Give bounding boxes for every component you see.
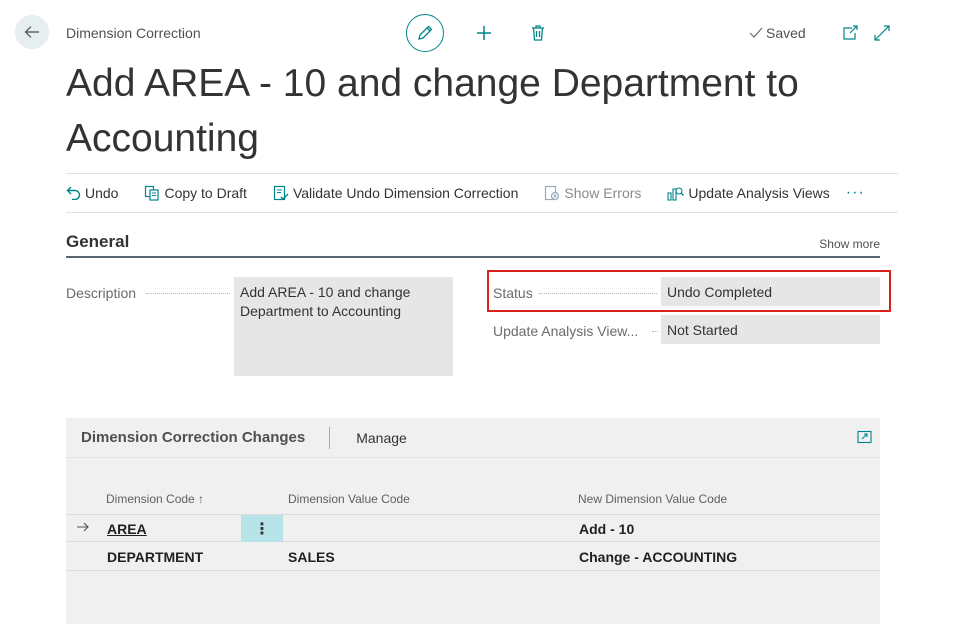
description-leader (146, 293, 230, 294)
checkmark-icon (749, 27, 763, 38)
manage-menu[interactable]: Manage (356, 430, 407, 446)
open-in-new-window-icon (843, 25, 858, 40)
validate-document-icon (273, 185, 289, 201)
undo-action[interactable]: Undo (66, 185, 118, 201)
table-row[interactable]: DEPARTMENT SALES Change - ACCOUNTING (66, 543, 880, 571)
column-new-dimension-value-code[interactable]: New Dimension Value Code (578, 492, 727, 506)
part-title[interactable]: Dimension Correction Changes (81, 429, 305, 446)
copy-document-icon (145, 185, 160, 201)
dimension-code-cell[interactable]: AREA (107, 521, 147, 537)
expand-arrows-icon (874, 25, 890, 41)
part-header: Dimension Correction Changes Manage (66, 418, 880, 458)
header-divider (329, 426, 331, 449)
trash-icon (532, 25, 544, 41)
general-section-header[interactable]: General Show more (66, 232, 880, 258)
undo-icon (66, 186, 81, 200)
open-new-window-button[interactable] (840, 23, 860, 43)
analysis-views-icon (667, 187, 685, 201)
action-bar: Undo Copy to Draft Validate Undo Dimensi… (66, 173, 898, 213)
collapse-button[interactable] (872, 23, 892, 43)
description-field[interactable]: Add AREA - 10 and change Department to A… (234, 277, 453, 376)
delete-button[interactable] (524, 19, 552, 47)
status-highlight (487, 270, 891, 312)
dimension-value-code-cell[interactable]: SALES (288, 549, 335, 565)
column-dimension-code[interactable]: Dimension Code ↑ (106, 492, 204, 506)
saved-label: Saved (766, 25, 806, 41)
show-errors-action[interactable]: Show Errors (544, 185, 641, 201)
plus-icon (477, 26, 491, 40)
page-title: Add AREA - 10 and change Department to A… (66, 62, 799, 160)
more-options-button[interactable]: ··· (846, 184, 865, 202)
copy-to-draft-action[interactable]: Copy to Draft (144, 185, 247, 201)
arrow-left-icon (24, 26, 39, 38)
pencil-icon (418, 25, 433, 40)
dimension-code-cell[interactable]: DEPARTMENT (107, 549, 203, 565)
show-more-link[interactable]: Show more (819, 237, 880, 251)
column-dimension-value-code[interactable]: Dimension Value Code (288, 492, 410, 506)
edit-button[interactable] (406, 14, 444, 52)
update-analysis-views-action[interactable]: Update Analysis Views (667, 185, 830, 201)
update-analysis-views-label: Update Analysis View... (493, 323, 639, 339)
table-row[interactable]: AREA ⋮ Add - 10 (66, 514, 880, 542)
saved-status: Saved (749, 25, 806, 41)
description-label: Description (66, 285, 137, 301)
row-actions-button[interactable]: ⋮ (241, 515, 283, 542)
back-button[interactable] (15, 15, 49, 49)
new-button[interactable] (470, 19, 498, 47)
error-list-icon (545, 185, 560, 201)
record-actions (406, 14, 552, 52)
current-row-arrow-icon (77, 522, 89, 532)
update-analysis-views-field[interactable]: Not Started (661, 315, 880, 344)
dimension-correction-changes-part: Dimension Correction Changes Manage Dime… (66, 418, 880, 624)
expand-box-icon (857, 430, 872, 444)
new-dimension-value-code-cell[interactable]: Change - ACCOUNTING (579, 549, 737, 565)
section-title: General (66, 232, 130, 251)
breadcrumb: Dimension Correction (66, 25, 201, 41)
validate-undo-action[interactable]: Validate Undo Dimension Correction (273, 185, 518, 201)
update-leader (652, 331, 658, 332)
expand-part-button[interactable] (857, 430, 872, 449)
window-controls (840, 23, 904, 43)
new-dimension-value-code-cell[interactable]: Add - 10 (579, 521, 634, 537)
